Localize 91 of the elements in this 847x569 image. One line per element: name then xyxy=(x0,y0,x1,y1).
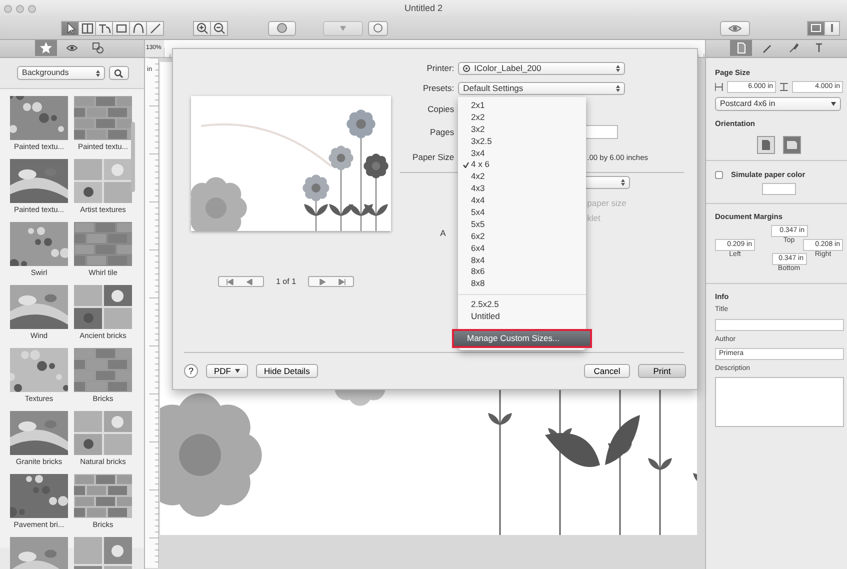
menu-item[interactable]: 6x2 xyxy=(458,230,586,243)
text-box-icon xyxy=(80,20,94,36)
library-panel-button[interactable] xyxy=(807,20,825,36)
menu-item[interactable]: 4x3 xyxy=(458,183,586,196)
landscape-page-icon xyxy=(786,139,798,151)
panel-icon xyxy=(830,24,834,32)
width-icon xyxy=(715,83,723,91)
pointer-tool-button[interactable] xyxy=(61,20,79,36)
page-icon xyxy=(735,42,747,54)
rectangle-tool-button[interactable] xyxy=(112,20,130,36)
menu-item[interactable]: 2x2 xyxy=(458,112,586,124)
menu-item[interactable]: 6x4 xyxy=(458,242,586,255)
text-path-tool-button[interactable] xyxy=(95,20,113,36)
brush-icon xyxy=(787,42,799,54)
field-label: Copies xyxy=(426,104,456,115)
stepper-icon xyxy=(616,84,620,92)
arc-tool-button[interactable] xyxy=(129,20,147,36)
search-icon xyxy=(114,68,123,78)
eye-icon xyxy=(66,42,78,54)
paper-color-swatch[interactable] xyxy=(762,183,796,195)
menu-item[interactable]: 4 x 6 xyxy=(458,159,586,172)
menu-item[interactable]: 2.5x2.5 xyxy=(458,299,586,312)
scrollbar-thumb[interactable] xyxy=(131,122,135,192)
text-box-tool-button[interactable] xyxy=(78,20,96,36)
menu-item[interactable]: 2x1 xyxy=(458,100,586,112)
menu-item[interactable]: 5x5 xyxy=(458,218,586,231)
menu-item[interactable]: 3x2.5 xyxy=(458,136,586,148)
menu-item[interactable]: 5x4 xyxy=(458,207,586,219)
field-label: Paper Size xyxy=(412,152,456,163)
menu-item[interactable]: 8x4 xyxy=(458,254,586,266)
cancel-button[interactable]: Cancel xyxy=(584,364,630,378)
menu-item[interactable]: 8x6 xyxy=(458,266,586,278)
printer-icon xyxy=(463,64,470,72)
page-size-popup[interactable]: Postcard 4x6 in xyxy=(715,97,841,111)
line-tool-button[interactable] xyxy=(146,20,164,36)
faded-text: klet xyxy=(587,212,600,224)
pdf-menu-button[interactable]: PDF xyxy=(206,364,248,378)
first-page-button[interactable] xyxy=(218,276,264,287)
menu-item[interactable]: 3x4 xyxy=(458,148,586,160)
menu-item[interactable]: 4x2 xyxy=(458,171,586,184)
arc-icon xyxy=(130,20,146,36)
zoom-in-button[interactable] xyxy=(193,20,211,36)
portrait-button[interactable] xyxy=(757,136,775,154)
inspector-panel-button[interactable] xyxy=(824,20,840,36)
menu-item[interactable]: 4x4 xyxy=(458,195,586,208)
next-page-button[interactable] xyxy=(308,276,354,287)
text-field[interactable] xyxy=(715,318,844,331)
manage-custom-sizes-item[interactable]: Manage Custom Sizes... xyxy=(454,331,590,346)
landscape-button[interactable] xyxy=(783,136,801,154)
printer-select[interactable]: IColor_Label_200 xyxy=(458,62,626,74)
page-number: 1 of 1 xyxy=(276,276,296,286)
field-label: Pages xyxy=(429,126,456,138)
description-field[interactable] xyxy=(715,377,844,428)
shape-button[interactable] xyxy=(268,20,296,36)
height-icon xyxy=(780,83,788,91)
menu-item[interactable]: Untitled xyxy=(458,311,586,324)
stepper-icon xyxy=(621,178,626,186)
star-icon xyxy=(40,42,52,54)
eye-icon xyxy=(728,24,742,32)
stepper-icon xyxy=(616,64,620,72)
field-label: A xyxy=(440,228,446,238)
field-label: Presets: xyxy=(422,82,456,94)
pencil-icon xyxy=(761,42,773,54)
color-button[interactable] xyxy=(368,20,388,36)
caret-icon xyxy=(340,26,346,30)
text-icon xyxy=(813,42,825,54)
hide-details-button[interactable]: Hide Details xyxy=(256,364,318,378)
portrait-page-icon xyxy=(760,139,772,151)
circle-icon xyxy=(373,23,383,33)
zoom-in-icon xyxy=(195,21,209,35)
zoom-out-icon xyxy=(212,21,226,35)
checkbox[interactable] xyxy=(715,170,723,178)
menu-item[interactable]: 8x8 xyxy=(458,278,586,290)
caret-icon xyxy=(235,369,240,374)
shapes-icon xyxy=(92,42,104,54)
circle-icon xyxy=(276,22,288,34)
preview-button[interactable] xyxy=(720,20,750,36)
category-popup[interactable]: Backgrounds xyxy=(17,66,105,80)
menu-item[interactable]: 3x2 xyxy=(458,124,586,136)
search-button[interactable] xyxy=(109,66,129,80)
stepper-icon xyxy=(96,70,100,76)
document-tab[interactable] xyxy=(730,40,752,56)
favorites-tab[interactable] xyxy=(35,40,57,56)
faded-text: paper size xyxy=(587,198,626,209)
presets-select[interactable]: Default Settings xyxy=(458,82,626,94)
print-button[interactable]: Print xyxy=(638,364,686,378)
caret-icon xyxy=(831,102,836,106)
zoom-out-button[interactable] xyxy=(210,20,228,36)
field-label: Printer: xyxy=(426,62,456,74)
window-title: Untitled 2 xyxy=(404,3,443,14)
help-button[interactable]: ? xyxy=(184,364,198,378)
